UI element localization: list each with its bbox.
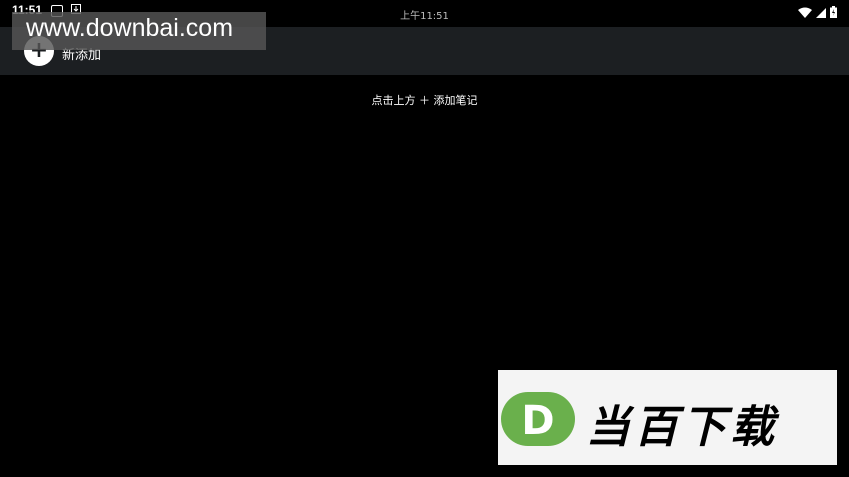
empty-state-hint: 点击上方 ＋ 添加笔记: [371, 94, 478, 107]
watermark-top: www.downbai.com: [12, 12, 266, 50]
battery-icon: [830, 3, 837, 22]
watermark-brand-text: 当百下载: [586, 402, 778, 453]
cellular-signal-icon: [816, 3, 826, 22]
watermark-bottom: D 当百下载: [498, 370, 837, 465]
logo-letter: D: [521, 398, 554, 444]
status-right: [798, 3, 837, 22]
downbai-logo-icon: D: [501, 390, 575, 448]
wifi-icon: [798, 3, 812, 22]
